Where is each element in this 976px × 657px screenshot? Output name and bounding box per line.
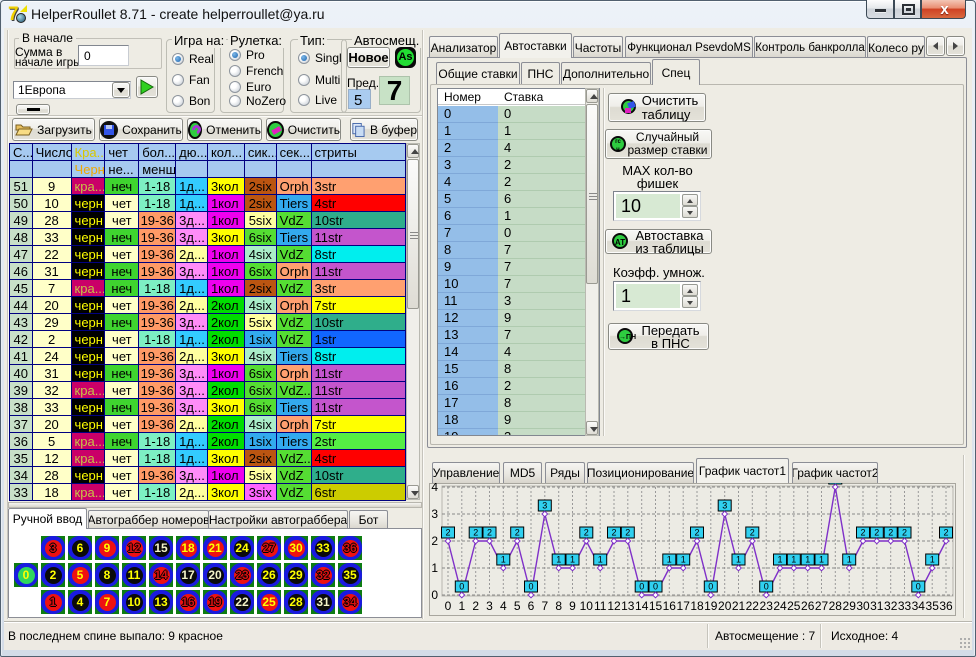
svg-text:2: 2 bbox=[472, 599, 479, 613]
svg-text:0: 0 bbox=[653, 582, 658, 592]
svg-text:1: 1 bbox=[501, 555, 506, 565]
svg-text:19: 19 bbox=[704, 599, 718, 613]
svg-text:0: 0 bbox=[916, 582, 921, 592]
svg-text:0: 0 bbox=[431, 588, 438, 602]
svg-text:1: 1 bbox=[777, 555, 782, 565]
svg-text:1: 1 bbox=[431, 561, 438, 575]
svg-text:32: 32 bbox=[884, 599, 898, 613]
svg-text:2: 2 bbox=[515, 528, 520, 538]
svg-text:1: 1 bbox=[598, 555, 603, 565]
svg-text:18: 18 bbox=[690, 599, 704, 613]
svg-text:22: 22 bbox=[746, 599, 760, 613]
svg-text:7: 7 bbox=[541, 599, 548, 613]
svg-text:29: 29 bbox=[843, 599, 857, 613]
svg-text:6: 6 bbox=[528, 599, 535, 613]
svg-text:1: 1 bbox=[458, 599, 465, 613]
svg-text:17: 17 bbox=[677, 599, 691, 613]
svg-text:9: 9 bbox=[569, 599, 576, 613]
svg-text:2: 2 bbox=[584, 528, 589, 538]
svg-text:2: 2 bbox=[750, 528, 755, 538]
svg-text:0: 0 bbox=[764, 582, 769, 592]
svg-text:2: 2 bbox=[943, 528, 948, 538]
svg-text:2: 2 bbox=[874, 528, 879, 538]
svg-text:1: 1 bbox=[805, 555, 810, 565]
svg-text:26: 26 bbox=[801, 599, 815, 613]
svg-text:1: 1 bbox=[847, 555, 852, 565]
svg-text:20: 20 bbox=[718, 599, 732, 613]
svg-text:2: 2 bbox=[611, 528, 616, 538]
svg-text:3: 3 bbox=[542, 501, 547, 511]
svg-text:4: 4 bbox=[500, 599, 507, 613]
svg-text:0: 0 bbox=[528, 582, 533, 592]
svg-text:4: 4 bbox=[833, 483, 838, 484]
svg-text:2: 2 bbox=[860, 528, 865, 538]
svg-text:2: 2 bbox=[473, 528, 478, 538]
svg-text:1: 1 bbox=[736, 555, 741, 565]
svg-text:36: 36 bbox=[939, 599, 953, 613]
svg-text:3: 3 bbox=[722, 501, 727, 511]
svg-text:13: 13 bbox=[621, 599, 635, 613]
svg-text:1: 1 bbox=[819, 555, 824, 565]
svg-text:33: 33 bbox=[898, 599, 912, 613]
svg-text:1: 1 bbox=[556, 555, 561, 565]
svg-text:2: 2 bbox=[902, 528, 907, 538]
svg-text:1: 1 bbox=[930, 555, 935, 565]
svg-text:2: 2 bbox=[445, 528, 450, 538]
svg-text:24: 24 bbox=[773, 599, 787, 613]
svg-text:34: 34 bbox=[912, 599, 926, 613]
svg-text:2: 2 bbox=[694, 528, 699, 538]
svg-text:11: 11 bbox=[594, 599, 607, 613]
svg-text:21: 21 bbox=[732, 599, 746, 613]
svg-text:2: 2 bbox=[625, 528, 630, 538]
svg-text:28: 28 bbox=[829, 599, 843, 613]
svg-text:5: 5 bbox=[514, 599, 521, 613]
svg-text:14: 14 bbox=[635, 599, 649, 613]
svg-text:8: 8 bbox=[555, 599, 562, 613]
svg-text:1: 1 bbox=[681, 555, 686, 565]
svg-text:2: 2 bbox=[487, 528, 492, 538]
svg-text:16: 16 bbox=[663, 599, 677, 613]
svg-text:30: 30 bbox=[856, 599, 870, 613]
svg-text:0: 0 bbox=[639, 582, 644, 592]
svg-text:2: 2 bbox=[431, 534, 438, 548]
svg-text:12: 12 bbox=[607, 599, 621, 613]
svg-text:4: 4 bbox=[431, 483, 438, 494]
svg-text:0: 0 bbox=[708, 582, 713, 592]
svg-text:10: 10 bbox=[580, 599, 594, 613]
svg-text:3: 3 bbox=[431, 507, 438, 521]
svg-text:23: 23 bbox=[760, 599, 774, 613]
svg-text:1: 1 bbox=[667, 555, 672, 565]
svg-text:35: 35 bbox=[926, 599, 940, 613]
svg-text:15: 15 bbox=[649, 599, 663, 613]
svg-text:31: 31 bbox=[870, 599, 884, 613]
svg-text:2: 2 bbox=[888, 528, 893, 538]
svg-text:0: 0 bbox=[459, 582, 464, 592]
svg-text:3: 3 bbox=[486, 599, 493, 613]
svg-text:1: 1 bbox=[570, 555, 575, 565]
svg-text:1: 1 bbox=[791, 555, 796, 565]
svg-text:0: 0 bbox=[445, 599, 452, 613]
svg-text:27: 27 bbox=[815, 599, 829, 613]
svg-text:25: 25 bbox=[787, 599, 801, 613]
